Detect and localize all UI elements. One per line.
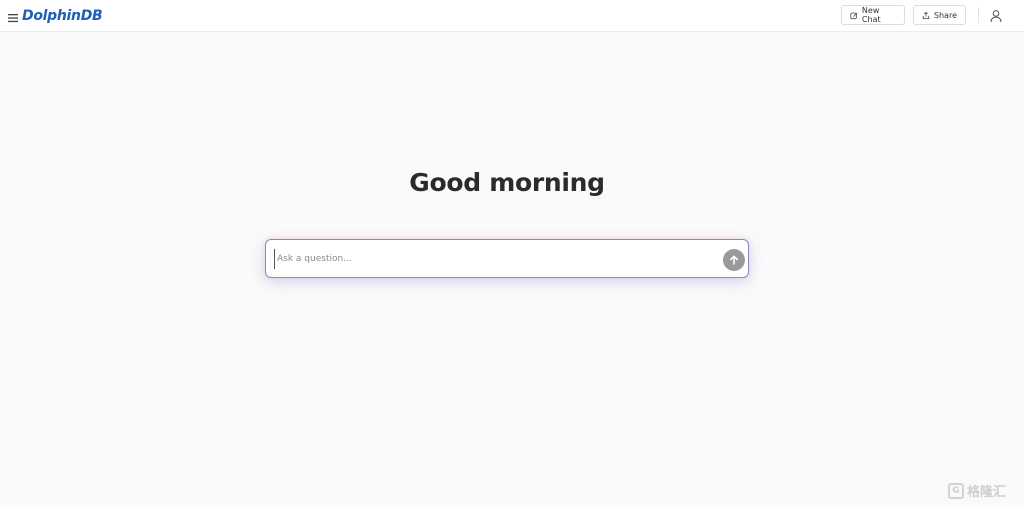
greeting-title: Good morning xyxy=(409,168,605,197)
logo[interactable]: DolphinDB xyxy=(22,6,103,26)
new-chat-label: New Chat xyxy=(861,6,881,24)
menu-button[interactable] xyxy=(7,9,19,23)
share-icon xyxy=(922,11,930,19)
share-button[interactable]: Share xyxy=(913,5,966,25)
top-bar: DolphinDB New Chat Share xyxy=(0,0,1024,32)
user-icon xyxy=(990,10,1002,23)
send-button[interactable] xyxy=(723,249,745,271)
edit-icon xyxy=(850,12,858,19)
new-chat-button[interactable]: New Chat xyxy=(841,5,905,25)
share-label: Share xyxy=(933,10,957,20)
question-input[interactable] xyxy=(274,249,717,269)
arrow-up-icon xyxy=(730,255,738,265)
header-divider xyxy=(978,7,979,23)
watermark-logo: G xyxy=(948,482,964,499)
watermark-text: 格隆汇 xyxy=(967,485,1007,500)
question-box xyxy=(265,239,749,278)
menu-icon xyxy=(8,14,18,23)
watermark: G 格隆汇 xyxy=(948,481,1006,500)
user-button[interactable] xyxy=(989,8,1003,23)
